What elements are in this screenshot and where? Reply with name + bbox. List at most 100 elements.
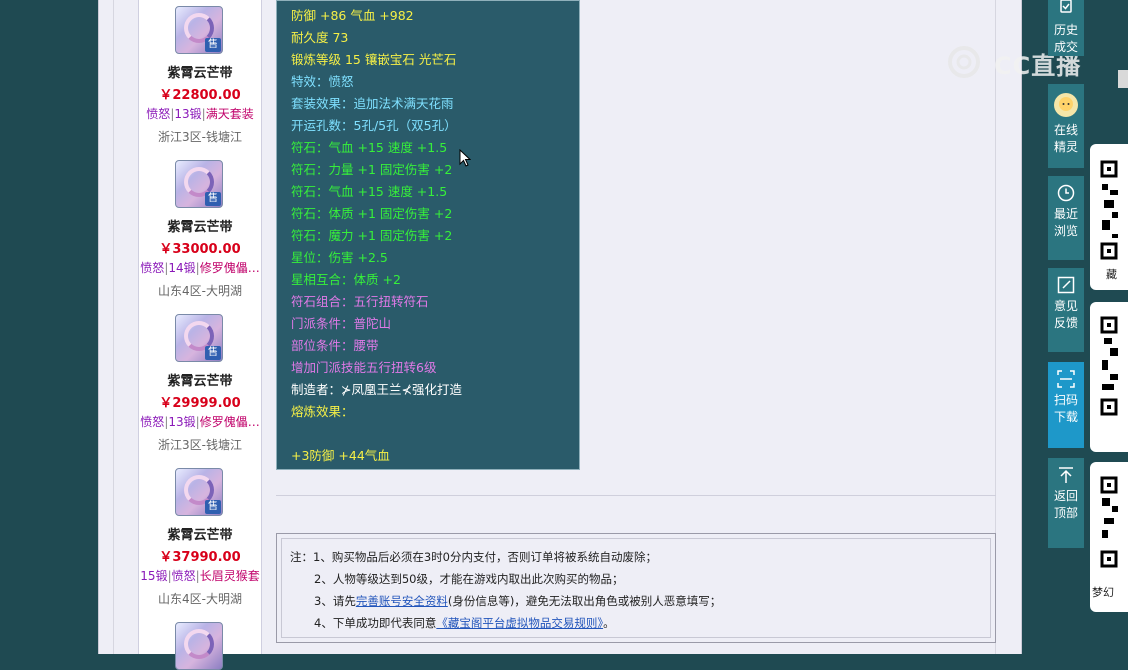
item-thumbnail[interactable]: 售 <box>175 6 223 54</box>
feedback-label-2: 反馈 <box>1053 316 1078 330</box>
qr-card[interactable] <box>1090 302 1128 452</box>
sale-badge: 售 <box>205 500 221 514</box>
qr-label: 藏 <box>1106 268 1117 281</box>
online-sprite-button[interactable]: 在线 精灵 <box>1048 84 1084 168</box>
back-to-top-button[interactable]: 返回 顶部 <box>1048 458 1084 548</box>
section-divider <box>276 495 996 496</box>
detail-line: 套装效果：追加法术满天花雨 <box>291 96 454 111</box>
recent-browse-button[interactable]: 最近 浏览 <box>1048 176 1084 260</box>
sprite-avatar-icon <box>1054 93 1078 117</box>
online-label-1: 在线 <box>1053 123 1078 137</box>
sale-badge: 售 <box>205 346 221 360</box>
item-tags: 愤怒|13锻|满天套装 <box>139 105 261 122</box>
detail-line: 符石：魔力 +1 固定伤害 +2 <box>291 228 453 243</box>
top-label-2: 顶部 <box>1053 506 1078 520</box>
clock-icon <box>1057 184 1075 202</box>
detail-line: 锻炼等级 15 镶嵌宝石 光芒石 <box>291 52 457 67</box>
qr-card[interactable]: 梦幻 <box>1090 462 1128 612</box>
history-button[interactable]: 历史成交 <box>1048 0 1084 56</box>
note-line-2: 2、人物等级达到50级，才能在游戏内取出此次购买的物品； <box>314 572 624 586</box>
detail-line: 增加门派技能五行扭转6级 <box>291 360 437 375</box>
item-name[interactable]: 紫霄云芒带 <box>139 524 261 543</box>
history-label: 历史成交 <box>1053 23 1078 54</box>
scrollbar-thumb[interactable] <box>1118 70 1128 88</box>
note-line-4: 4、下单成功即代表同意《藏宝阁平台虚拟物品交易规则》。 <box>314 615 615 631</box>
detail-line: 符石：体质 +1 固定伤害 +2 <box>291 206 453 221</box>
cc-logo-icon <box>948 46 980 78</box>
feedback-label-1: 意见 <box>1053 299 1078 313</box>
purchase-notes: 注：1、购买物品后必须在3时0分内支付，否则订单将被系统自动废除； 2、人物等级… <box>276 533 996 643</box>
item-thumbnail[interactable]: 售 <box>175 314 223 362</box>
item-server: 浙江3区-钱塘江 <box>158 130 242 144</box>
detail-line: 星位：伤害 +2.5 <box>291 250 388 265</box>
tag: 愤怒 <box>171 569 196 583</box>
history-icon <box>1060 0 1072 13</box>
item-thumbnail[interactable] <box>175 622 223 670</box>
scan-label-2: 下载 <box>1053 410 1078 424</box>
qr-code-icon <box>1100 160 1118 260</box>
item-price: ￥33000.00 <box>159 242 241 257</box>
scan-download-button[interactable]: 扫码 下载 <box>1048 362 1084 448</box>
detail-line: 防御 +86 气血 +982 <box>291 8 414 23</box>
detail-line: 星相互合：体质 +2 <box>291 272 401 287</box>
item-name[interactable]: 紫霄云芒带 <box>139 370 261 389</box>
tag: 愤怒 <box>140 261 165 275</box>
feedback-button[interactable]: 意见 反馈 <box>1048 268 1084 352</box>
qr-card[interactable]: 藏 <box>1090 144 1128 290</box>
tag: 满天套装 <box>205 107 254 121</box>
detail-line: 门派条件：普陀山 <box>291 316 392 331</box>
right-sidebar: 历史成交 在线 精灵 最近 浏览 意见 反馈 扫码 下载 返回 顶部 <box>1048 0 1084 654</box>
detail-line: 符石组合：五行扭转符石 <box>291 294 429 309</box>
item-tags: 15锻|愤怒|长眉灵猴套 <box>139 567 261 584</box>
detail-line: 符石：力量 +1 固定伤害 +2 <box>291 162 453 177</box>
tag: 13锻 <box>174 107 202 121</box>
tag: 愤怒 <box>140 415 165 429</box>
online-label-2: 精灵 <box>1053 140 1078 154</box>
item-server: 山东4区-大明湖 <box>158 284 242 298</box>
sale-badge: 售 <box>205 38 221 52</box>
belt-icon <box>184 629 214 659</box>
tag: 14锻 <box>168 261 196 275</box>
recent-label-1: 最近 <box>1053 207 1078 221</box>
tag: 13锻 <box>168 415 196 429</box>
similar-items-list: 售 紫霄云芒带 ￥22800.00 愤怒|13锻|满天套装 浙江3区-钱塘江 售… <box>138 0 262 670</box>
tag: 15锻 <box>140 569 168 583</box>
note-text: 4、下单成功即代表同意 <box>314 616 437 630</box>
item-thumbnail[interactable]: 售 <box>175 160 223 208</box>
detail-line: +3防御 +44气血 <box>291 448 390 463</box>
note-line-3: 3、请先完善账号安全资料(身份信息等)，避免无法取出角色或被别人恶意填写； <box>314 593 721 609</box>
item-price: ￥22800.00 <box>159 88 241 103</box>
mouse-cursor-icon <box>459 149 471 167</box>
page-inner-border-left <box>113 0 114 654</box>
item-name[interactable]: 紫霄云芒带 <box>139 62 261 81</box>
detail-line: 符石：气血 +15 速度 +1.5 <box>291 184 448 199</box>
item-server: 浙江3区-钱塘江 <box>158 438 242 452</box>
scan-label-1: 扫码 <box>1053 393 1078 407</box>
account-security-link[interactable]: 完善账号安全资料 <box>356 594 448 608</box>
detail-line: 开运孔数：5孔/5孔（双5孔） <box>291 118 457 133</box>
item-thumbnail[interactable]: 售 <box>175 468 223 516</box>
trade-rules-link[interactable]: 《藏宝阁平台虚拟物品交易规则》 <box>436 616 603 630</box>
item-price: ￥37990.00 <box>159 550 241 565</box>
item-name[interactable]: 紫霄云芒带 <box>139 216 261 235</box>
detail-line: 熔炼效果： <box>291 404 354 419</box>
scan-icon <box>1057 370 1075 388</box>
sale-badge: 售 <box>205 192 221 206</box>
note-line-1: 注：1、购买物品后必须在3时0分内支付，否则订单将被系统自动废除； <box>290 550 657 564</box>
detail-line: 部位条件：腰带 <box>291 338 379 353</box>
tag: 长眉灵猴套 <box>199 569 260 583</box>
item-tags: 愤怒|14锻|修罗傀儡… <box>139 259 261 276</box>
recent-label-2: 浏览 <box>1053 224 1078 238</box>
tag: 修罗傀儡… <box>199 261 260 275</box>
item-detail-panel: 防御 +86 气血 +982 耐久度 73 锻炼等级 15 镶嵌宝石 光芒石 特… <box>276 0 580 470</box>
detail-line: 耐久度 73 <box>291 30 349 45</box>
item-tags: 愤怒|13锻|修罗傀儡… <box>139 413 261 430</box>
qr-code-icon <box>1100 476 1118 568</box>
note-text: 3、请先 <box>314 594 356 608</box>
qr-code-icon <box>1100 316 1118 416</box>
detail-line: 特效：愤怒 <box>291 74 354 89</box>
detail-line: 符石：气血 +15 速度 +1.5 <box>291 140 448 155</box>
tag: 修罗傀儡… <box>199 415 260 429</box>
note-text: (身份信息等)，避免无法取出角色或被别人恶意填写； <box>447 594 722 608</box>
item-server: 山东4区-大明湖 <box>158 592 242 606</box>
